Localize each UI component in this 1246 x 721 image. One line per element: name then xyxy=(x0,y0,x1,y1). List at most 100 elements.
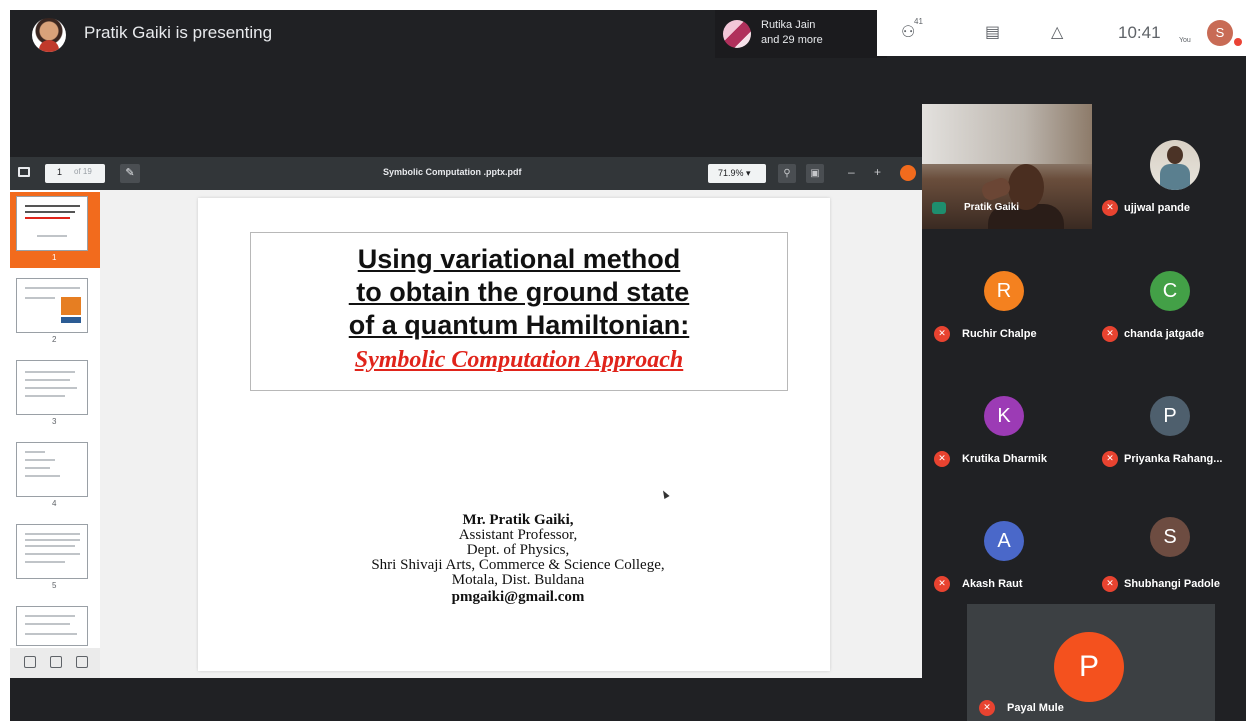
thumb-line xyxy=(25,633,77,635)
thumbnail-page[interactable] xyxy=(16,360,88,415)
presenting-bar: Pratik Gaiki is presenting Rutika Jain a… xyxy=(10,10,1246,58)
thumb-line xyxy=(25,459,55,461)
participant-name: Shubhangi Padole xyxy=(1124,578,1220,590)
mic-muted-icon: ✕ xyxy=(1102,451,1118,467)
zoom-out-icon[interactable]: – xyxy=(848,165,855,179)
thumbnail-page[interactable] xyxy=(16,442,88,497)
search-icon[interactable]: ⚲ xyxy=(778,164,796,183)
zoom-select[interactable]: 71.9% ▾ xyxy=(708,164,766,183)
thumb-line xyxy=(25,467,50,469)
participants-preview[interactable]: Rutika Jain and 29 more xyxy=(715,10,887,58)
page-number: 1 xyxy=(57,167,63,177)
presenter-video-tile[interactable]: Pratik Gaiki xyxy=(922,104,1092,229)
attachments-view-icon[interactable] xyxy=(76,656,88,668)
participant-avatar: K xyxy=(984,396,1024,436)
video-background xyxy=(922,104,1092,164)
participant-tile[interactable]: P ✕ Payal Mule xyxy=(967,604,1215,721)
thumb-line xyxy=(25,287,80,289)
outline-view-icon[interactable] xyxy=(50,656,62,668)
activities-icon[interactable]: △ xyxy=(1051,22,1063,41)
slide-page: Using variational method to obtain the g… xyxy=(198,198,830,671)
thumb-line xyxy=(25,211,75,213)
slide-subtitle: Symbolic Computation Approach xyxy=(354,347,684,373)
participant-tile[interactable]: P ✕ Priyanka Rahang... xyxy=(1092,354,1244,479)
participant-name: Ruchir Chalpe xyxy=(962,328,1037,340)
self-avatar[interactable]: S xyxy=(1207,20,1233,46)
slide-title-line: Using variational method xyxy=(357,244,681,274)
author-email: pmgaiki@gmail.com xyxy=(451,589,585,605)
participant-avatar: C xyxy=(1150,271,1190,311)
author-college: Shri Shivaji Arts, Commerce & Science Co… xyxy=(371,557,665,573)
presenting-label: Pratik Gaiki is presenting xyxy=(84,23,273,42)
zoom-in-icon[interactable]: + xyxy=(874,165,881,179)
thumb-line xyxy=(25,539,80,541)
thumb-line xyxy=(25,615,75,617)
pdf-filename: Symbolic Computation .pptx.pdf xyxy=(383,167,522,177)
meeting-clock: 10:41 xyxy=(1118,23,1161,42)
author-name: Mr. Pratik Gaiki, xyxy=(462,512,574,528)
thumb-line xyxy=(25,297,55,299)
participant-name: Pratik Gaiki xyxy=(964,202,1020,213)
meeting-controls: ⚇ 41 ▤ △ 10:41 You S xyxy=(877,10,1246,56)
participant-avatar: A xyxy=(984,521,1024,561)
participant-avatar: R xyxy=(984,271,1024,311)
you-label: You xyxy=(1179,37,1191,44)
participant-name: Krutika Dharmik xyxy=(962,453,1047,465)
mic-muted-icon: ✕ xyxy=(1102,200,1118,216)
recording-dot xyxy=(1234,38,1242,46)
participants-count: 41 xyxy=(914,17,923,26)
participant-tile[interactable]: R ✕ Ruchir Chalpe xyxy=(922,229,1092,354)
thumbnail-view-icon[interactable] xyxy=(24,656,36,668)
viewer-summary: Rutika Jain and 29 more xyxy=(761,18,823,48)
thumbnail-number: 4 xyxy=(52,499,57,508)
thumbnail-page[interactable] xyxy=(16,524,88,579)
viewer-more: and 29 more xyxy=(761,34,823,46)
thumbnail-number: 1 xyxy=(52,253,57,262)
mic-muted-icon: ✕ xyxy=(934,451,950,467)
participant-name: Priyanka Rahang... xyxy=(1124,453,1223,465)
mic-muted-icon: ✕ xyxy=(1102,326,1118,342)
thumbnail-page[interactable] xyxy=(16,606,88,646)
thumb-line xyxy=(61,297,81,315)
pdf-toolbar: 1 of 19 ✎ Symbolic Computation .pptx.pdf… xyxy=(10,157,922,190)
thumb-line xyxy=(25,395,65,397)
thumb-line xyxy=(25,379,70,381)
participant-name: chanda jatgade xyxy=(1124,328,1205,340)
thumb-line xyxy=(25,475,60,477)
author-location: Motala, Dist. Buldana xyxy=(451,572,585,588)
participant-tile[interactable]: S ✕ Shubhangi Padole xyxy=(1092,479,1244,604)
thumbnail-page[interactable] xyxy=(16,278,88,333)
thumbnail-number: 2 xyxy=(52,335,57,344)
thumb-line xyxy=(25,217,70,219)
thumb-line xyxy=(37,235,67,237)
thumbnail-sidebar: 1 2 3 4 5 xyxy=(10,190,100,678)
sidebar-toggle-icon[interactable] xyxy=(18,167,30,177)
thumbnail-footer xyxy=(10,648,100,678)
video-person xyxy=(979,175,1013,203)
thumbnail-number: 3 xyxy=(52,417,57,426)
thumb-line xyxy=(25,545,75,547)
participant-name: ujjwal pande xyxy=(1124,202,1191,214)
pdf-viewer: 1 of 19 ✎ Symbolic Computation .pptx.pdf… xyxy=(10,157,922,678)
participant-name: Akash Raut xyxy=(962,578,1023,590)
thumb-line xyxy=(25,623,70,625)
participant-avatar: P xyxy=(1150,396,1190,436)
thumb-line xyxy=(25,205,80,207)
viewer-name: Rutika Jain xyxy=(761,19,816,31)
slide-title-box: Using variational method to obtain the g… xyxy=(250,232,788,391)
author-block: Mr. Pratik Gaiki, Assistant Professor, D… xyxy=(298,513,738,605)
author-dept: Dept. of Physics, xyxy=(466,542,570,558)
annotate-icon[interactable]: ✎ xyxy=(120,164,140,183)
participant-tile[interactable]: C ✕ chanda jatgade xyxy=(1092,229,1244,354)
extension-icon[interactable] xyxy=(900,165,916,181)
page-total: of 19 xyxy=(74,167,92,176)
viewer-avatar xyxy=(723,20,751,48)
thumbnail-page[interactable] xyxy=(16,196,88,251)
thumbnail-number: 5 xyxy=(52,581,57,590)
chat-icon[interactable]: ▤ xyxy=(985,22,1000,41)
participant-tile[interactable]: A ✕ Akash Raut xyxy=(922,479,1092,604)
participant-tile[interactable]: K ✕ Krutika Dharmik xyxy=(922,354,1092,479)
fit-page-icon[interactable]: ▣ xyxy=(806,164,824,183)
slide-title-line: of a quantum Hamiltonian: xyxy=(348,310,690,340)
zoom-value: 71.9% xyxy=(718,168,744,178)
